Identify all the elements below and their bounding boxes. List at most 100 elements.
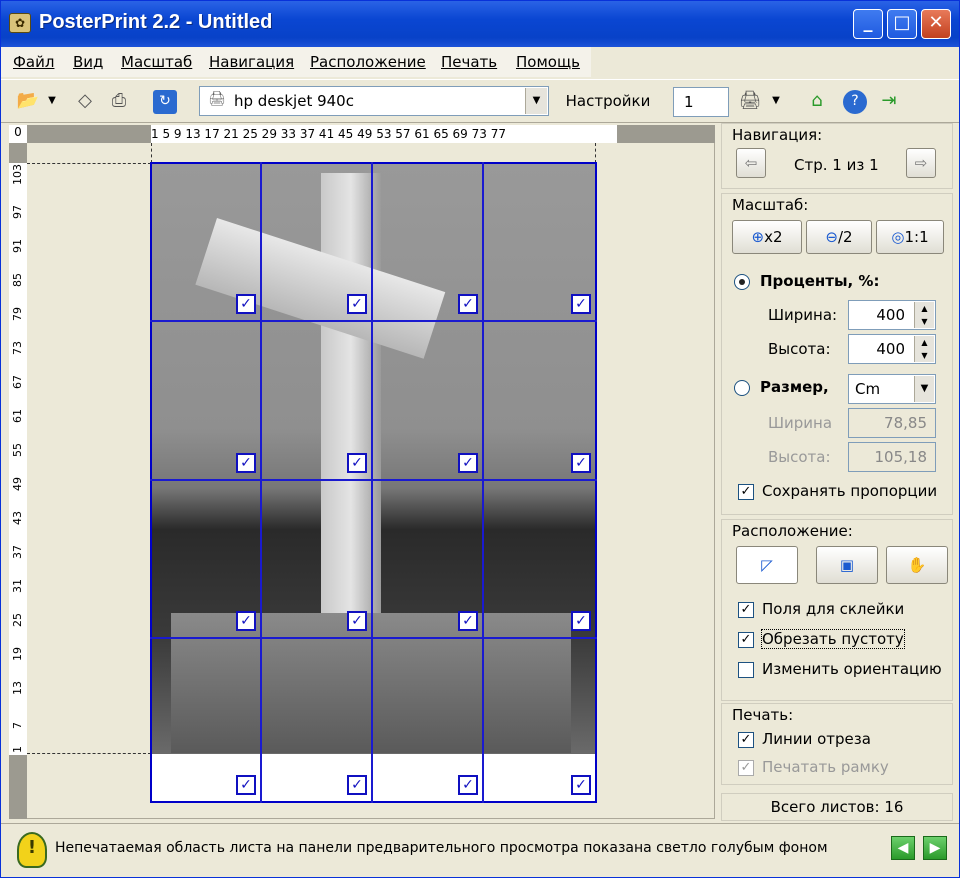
exit-icon[interactable]: ⇥ xyxy=(875,88,903,116)
sheet-checkbox[interactable]: ✓ xyxy=(571,294,591,314)
next-page-button[interactable]: ⇨ xyxy=(906,148,936,178)
sheet-checkbox[interactable]: ✓ xyxy=(347,775,367,795)
zoom-in-icon: ⊕ xyxy=(751,228,765,246)
sheet-checkbox[interactable]: ✓ xyxy=(347,453,367,473)
menu-layout[interactable]: Расположение xyxy=(310,53,426,71)
size-height-input[interactable]: 105,18 xyxy=(848,442,936,472)
change-orientation-label: Изменить ориентацию xyxy=(762,660,942,678)
total-group: Всего листов: 16 xyxy=(721,793,953,821)
size-radio[interactable] xyxy=(734,380,750,396)
print-frame-checkbox[interactable]: ✓ xyxy=(738,760,754,776)
copies-spinner[interactable]: 1 xyxy=(673,87,729,117)
cut-lines-checkbox[interactable]: ✓ xyxy=(738,732,754,748)
sheet-checkbox[interactable]: ✓ xyxy=(236,611,256,631)
sheet-checkbox[interactable]: ✓ xyxy=(347,294,367,314)
menu-bar: Файл Вид Масштаб Навигация Расположение … xyxy=(1,47,591,77)
print-frame-label: Печатать рамку xyxy=(762,758,889,776)
help-icon[interactable]: ? xyxy=(843,90,867,114)
cut-lines-label: Линии отреза xyxy=(762,730,871,748)
spinner-arrows-icon[interactable]: ▲ ▼ xyxy=(914,302,934,328)
ruler-left-labels: 103 97 91 85 79 73 67 61 55 49 43 37 31 … xyxy=(9,163,27,755)
arrow-left-icon: ◀ xyxy=(897,840,909,856)
maximize-button[interactable]: □ xyxy=(887,9,917,39)
arrow-right-icon: ▶ xyxy=(929,840,941,856)
title-bar[interactable]: ✿ PosterPrint 2.2 - Untitled _ □ ✕ xyxy=(1,1,959,47)
prev-hint-button[interactable]: ◀ xyxy=(891,836,915,860)
printer-name: hp deskjet 940c xyxy=(234,92,354,110)
sheet-checkbox[interactable]: ✓ xyxy=(571,611,591,631)
width-label: Ширина: xyxy=(768,306,838,324)
printer-dropdown-icon[interactable]: ▼ xyxy=(769,88,783,116)
page-guide xyxy=(27,753,151,754)
size-width-input[interactable]: 78,85 xyxy=(848,408,936,438)
window-title: PosterPrint 2.2 - Untitled xyxy=(39,11,273,33)
sheet-checkbox[interactable]: ✓ xyxy=(236,775,256,795)
printer-select[interactable]: 🖨 hp deskjet 940c ▼ xyxy=(199,86,549,116)
size-height-label: Высота: xyxy=(768,448,831,466)
menu-help[interactable]: Помощь xyxy=(516,53,580,71)
chevron-down-icon[interactable]: ▼ xyxy=(914,376,934,402)
unit-select[interactable]: Cm ▼ xyxy=(848,374,936,404)
grid-line xyxy=(260,162,262,803)
sheet-checkbox[interactable]: ✓ xyxy=(236,453,256,473)
sheet-checkbox[interactable]: ✓ xyxy=(571,453,591,473)
menu-navigation[interactable]: Навигация xyxy=(209,53,294,71)
height-percent-input[interactable]: 400 ▲ ▼ xyxy=(848,334,936,364)
page-guide xyxy=(27,163,151,164)
warning-icon: ! xyxy=(17,832,47,868)
open-icon[interactable]: 📂 xyxy=(13,88,43,116)
erase-icon[interactable]: ◇ xyxy=(71,88,99,116)
glue-margins-checkbox[interactable]: ✓ xyxy=(738,602,754,618)
crop-empty-checkbox[interactable]: ✓ xyxy=(738,632,754,648)
right-panel: Навигация: ⇦ Стр. 1 из 1 ⇨ Масштаб: ⊕x2 … xyxy=(721,123,953,823)
page-guide xyxy=(151,143,152,163)
page-indicator: Стр. 1 из 1 xyxy=(794,156,879,174)
ruler-top: 1 5 9 13 17 21 25 29 33 37 41 45 49 53 5… xyxy=(27,125,715,143)
sheet-checkbox[interactable]: ✓ xyxy=(458,453,478,473)
spinner-arrows-icon[interactable]: ▲ ▼ xyxy=(914,336,934,362)
open-dropdown-icon[interactable]: ▼ xyxy=(45,88,59,116)
zoom-in-button[interactable]: ⊕x2 xyxy=(732,220,802,254)
chevron-down-icon[interactable]: ▼ xyxy=(525,88,547,114)
width-percent-input[interactable]: 400 ▲ ▼ xyxy=(848,300,936,330)
copies-value: 1 xyxy=(684,93,694,111)
keep-ratio-checkbox[interactable]: ✓ xyxy=(738,484,754,500)
layout-group: Расположение: ◸ ▣ ✋ ✓ Поля для склейки ✓… xyxy=(721,519,953,701)
close-button[interactable]: ✕ xyxy=(921,9,951,39)
menu-view[interactable]: Вид xyxy=(73,53,103,71)
settings-button[interactable]: Настройки xyxy=(563,88,653,116)
align-top-left-icon: ◸ xyxy=(761,556,773,574)
menu-scale[interactable]: Масштаб xyxy=(121,53,192,71)
align-center-button[interactable]: ▣ xyxy=(816,546,878,584)
keep-ratio-label: Сохранять пропорции xyxy=(762,482,938,500)
hand-drag-button[interactable]: ✋ xyxy=(886,546,948,584)
app-window: ✿ PosterPrint 2.2 - Untitled _ □ ✕ Файл … xyxy=(0,0,960,878)
prev-page-button[interactable]: ⇦ xyxy=(736,148,766,178)
print-title: Печать: xyxy=(732,706,794,724)
zoom-out-button[interactable]: ⊖/2 xyxy=(806,220,872,254)
grid-line xyxy=(150,320,597,322)
sheet-checkbox[interactable]: ✓ xyxy=(347,611,367,631)
sheet-checkbox[interactable]: ✓ xyxy=(458,611,478,631)
print-icon[interactable]: ⎙ xyxy=(105,88,133,116)
menu-print[interactable]: Печать xyxy=(441,53,497,71)
scale-title: Масштаб: xyxy=(732,196,809,214)
align-top-left-button[interactable]: ◸ xyxy=(736,546,798,584)
refresh-icon[interactable]: ↻ xyxy=(153,90,177,114)
zoom-reset-icon: ◎ xyxy=(891,228,905,246)
zoom-reset-button[interactable]: ◎1:1 xyxy=(876,220,944,254)
layout-title: Расположение: xyxy=(732,522,853,540)
change-orientation-checkbox[interactable] xyxy=(738,662,754,678)
navigation-group: Навигация: ⇦ Стр. 1 из 1 ⇨ xyxy=(721,123,953,189)
menu-file[interactable]: Файл xyxy=(13,53,54,71)
next-hint-button[interactable]: ▶ xyxy=(923,836,947,860)
home-icon[interactable]: ⌂ xyxy=(803,88,831,116)
ruler-top-labels: 1 5 9 13 17 21 25 29 33 37 41 45 49 53 5… xyxy=(151,125,617,143)
printer-icon[interactable]: 🖨 xyxy=(735,88,765,116)
sheet-checkbox[interactable]: ✓ xyxy=(458,294,478,314)
minimize-button[interactable]: _ xyxy=(853,9,883,39)
percent-radio[interactable] xyxy=(734,274,750,290)
sheet-checkbox[interactable]: ✓ xyxy=(571,775,591,795)
sheet-checkbox[interactable]: ✓ xyxy=(236,294,256,314)
sheet-checkbox[interactable]: ✓ xyxy=(458,775,478,795)
